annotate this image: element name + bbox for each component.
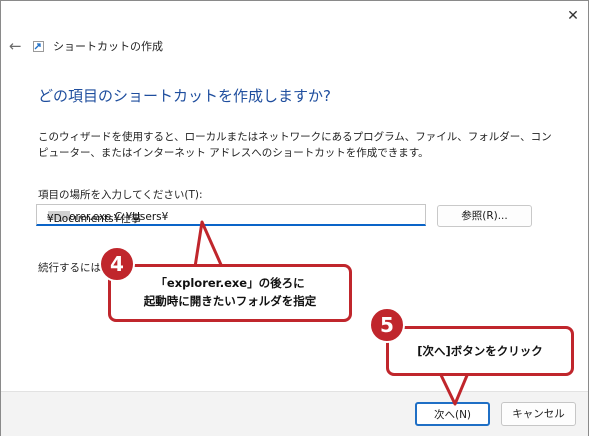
callout4-pointer [193, 220, 224, 269]
step5-text: [次へ]ボタンをクリック [417, 344, 543, 358]
callout5-pointer [438, 371, 470, 406]
step4-line1: 「explorer.exe」の後ろに [155, 276, 305, 290]
step4-callout: 「explorer.exe」の後ろに 起動時に開きたいフォルダを指定 [108, 264, 352, 322]
step5-badge: 5 [369, 307, 405, 343]
step4-badge: 4 [99, 246, 135, 282]
step4-line2: 起動時に開きたいフォルダを指定 [143, 294, 317, 308]
step5-callout: [次へ]ボタンをクリック [386, 326, 574, 376]
